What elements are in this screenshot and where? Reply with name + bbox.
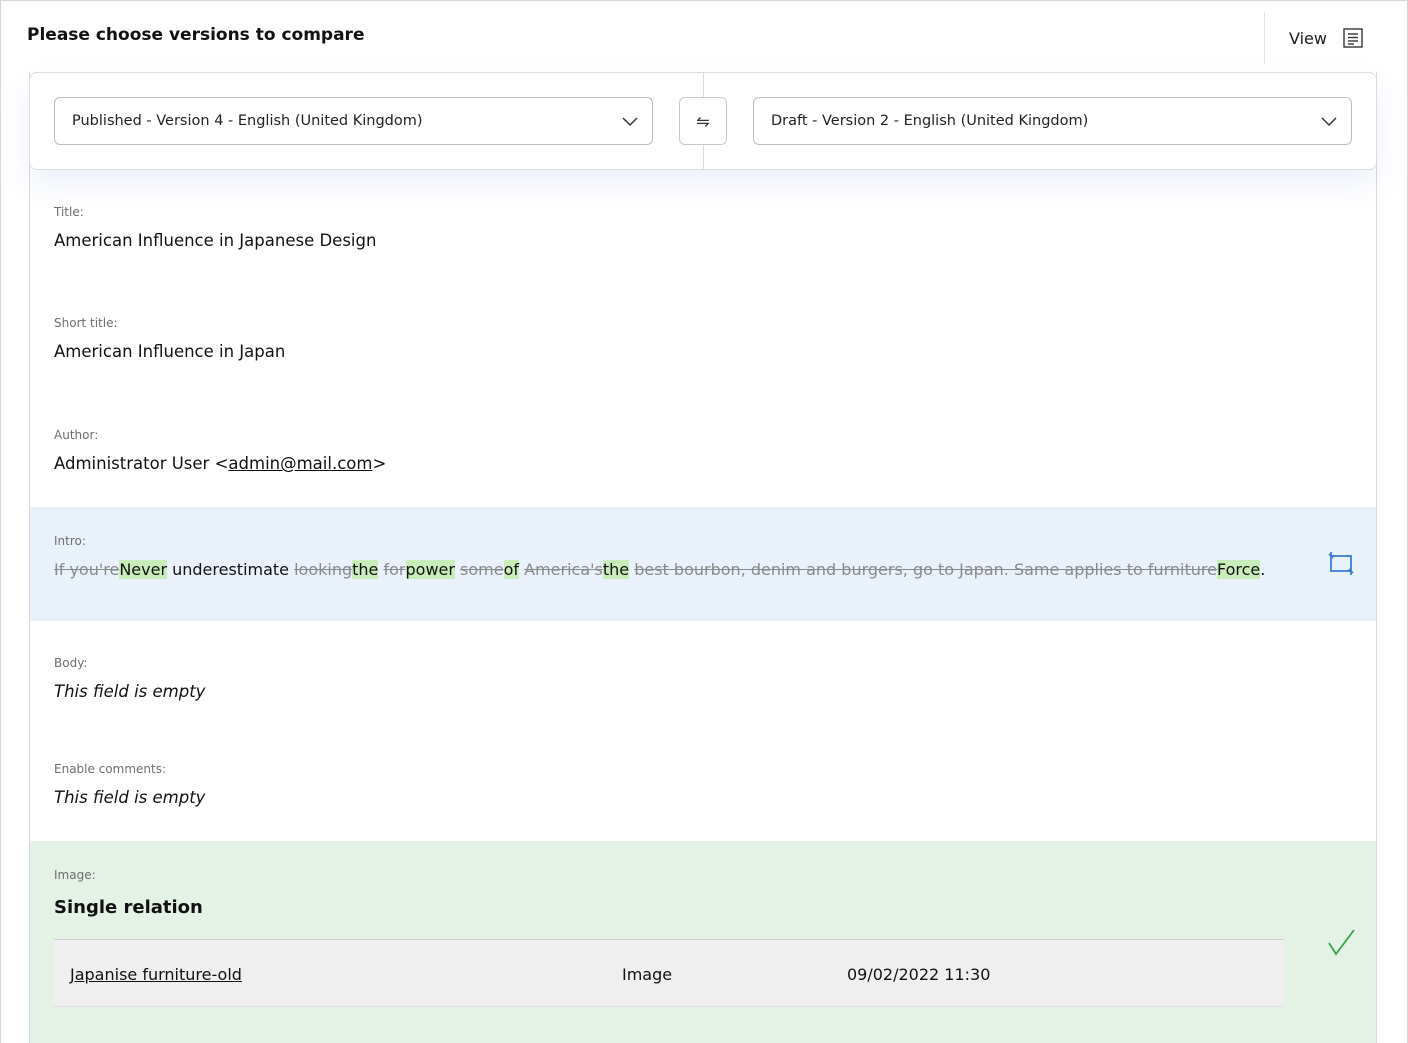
left-version-value: Published - Version 4 - English (United … xyxy=(72,113,423,129)
revert-icon[interactable] xyxy=(1328,551,1356,577)
right-version-select[interactable]: Draft - Version 2 - English (United King… xyxy=(753,97,1352,145)
view-label: View xyxy=(1289,28,1327,48)
view-toggle[interactable]: View xyxy=(1264,12,1407,64)
image-label: Image: xyxy=(54,868,96,882)
chevron-down-icon xyxy=(1321,117,1337,127)
diff-added-text: of xyxy=(503,560,520,579)
body-value: This field is empty xyxy=(54,682,206,701)
diff-unchanged-text: underestimate xyxy=(167,560,295,579)
diff-unchanged-text: . xyxy=(1260,560,1266,579)
diff-added-text: Force xyxy=(1216,560,1261,579)
author-label: Author: xyxy=(54,428,99,442)
short-title-value: American Influence in Japan xyxy=(54,342,286,361)
chevron-down-icon xyxy=(622,117,638,127)
page-title: Please choose versions to compare xyxy=(27,25,365,45)
right-version-value: Draft - Version 2 - English (United King… xyxy=(771,113,1089,129)
short-title-label: Short title: xyxy=(54,316,118,330)
diff-added-text: power xyxy=(405,560,455,579)
diff-added-text: the xyxy=(352,560,379,579)
relation-title: Single relation xyxy=(54,897,203,918)
diff-removed-text: best bourbon, denim and burgers, go to J… xyxy=(634,560,1217,579)
diff-removed-text: If you're xyxy=(54,560,120,579)
relation-item-date: 09/02/2022 11:30 xyxy=(847,965,991,984)
title-value: American Influence in Japanese Design xyxy=(54,231,377,250)
diff-added-text: the xyxy=(602,560,630,579)
left-version-select[interactable]: Published - Version 4 - English (United … xyxy=(54,97,653,145)
intro-diff-value: If you'reNever underestimate lookingthe … xyxy=(54,560,1265,579)
enable-comments-label: Enable comments: xyxy=(54,762,166,776)
relation-item-type: Image xyxy=(622,965,673,984)
author-value: Administrator User <admin@mail.com> xyxy=(54,454,386,473)
author-suffix: > xyxy=(372,454,387,473)
diff-removed-text: for xyxy=(383,560,406,579)
checkmark-icon xyxy=(1328,929,1355,956)
document-lines-icon xyxy=(1343,28,1363,48)
version-selector: Published - Version 4 - English (United … xyxy=(29,72,1377,170)
relation-item-row: Japanise furniture-old Image 09/02/2022 … xyxy=(54,939,1284,1007)
enable-comments-value: This field is empty xyxy=(54,788,206,807)
swap-icon: ⇋ xyxy=(696,111,710,131)
author-name: Administrator User < xyxy=(54,454,229,473)
diff-removed-text: some xyxy=(460,560,504,579)
body-label: Body: xyxy=(54,656,88,670)
relation-item-link[interactable]: Japanise furniture-old xyxy=(70,965,242,984)
author-email-link[interactable]: admin@mail.com xyxy=(228,454,372,473)
swap-versions-button[interactable]: ⇋ xyxy=(679,97,727,145)
diff-added-text: Never xyxy=(119,560,168,579)
intro-label: Intro: xyxy=(54,534,86,548)
diff-removed-text: looking xyxy=(294,560,353,579)
diff-removed-text: America's xyxy=(524,560,603,579)
title-label: Title: xyxy=(54,205,84,219)
